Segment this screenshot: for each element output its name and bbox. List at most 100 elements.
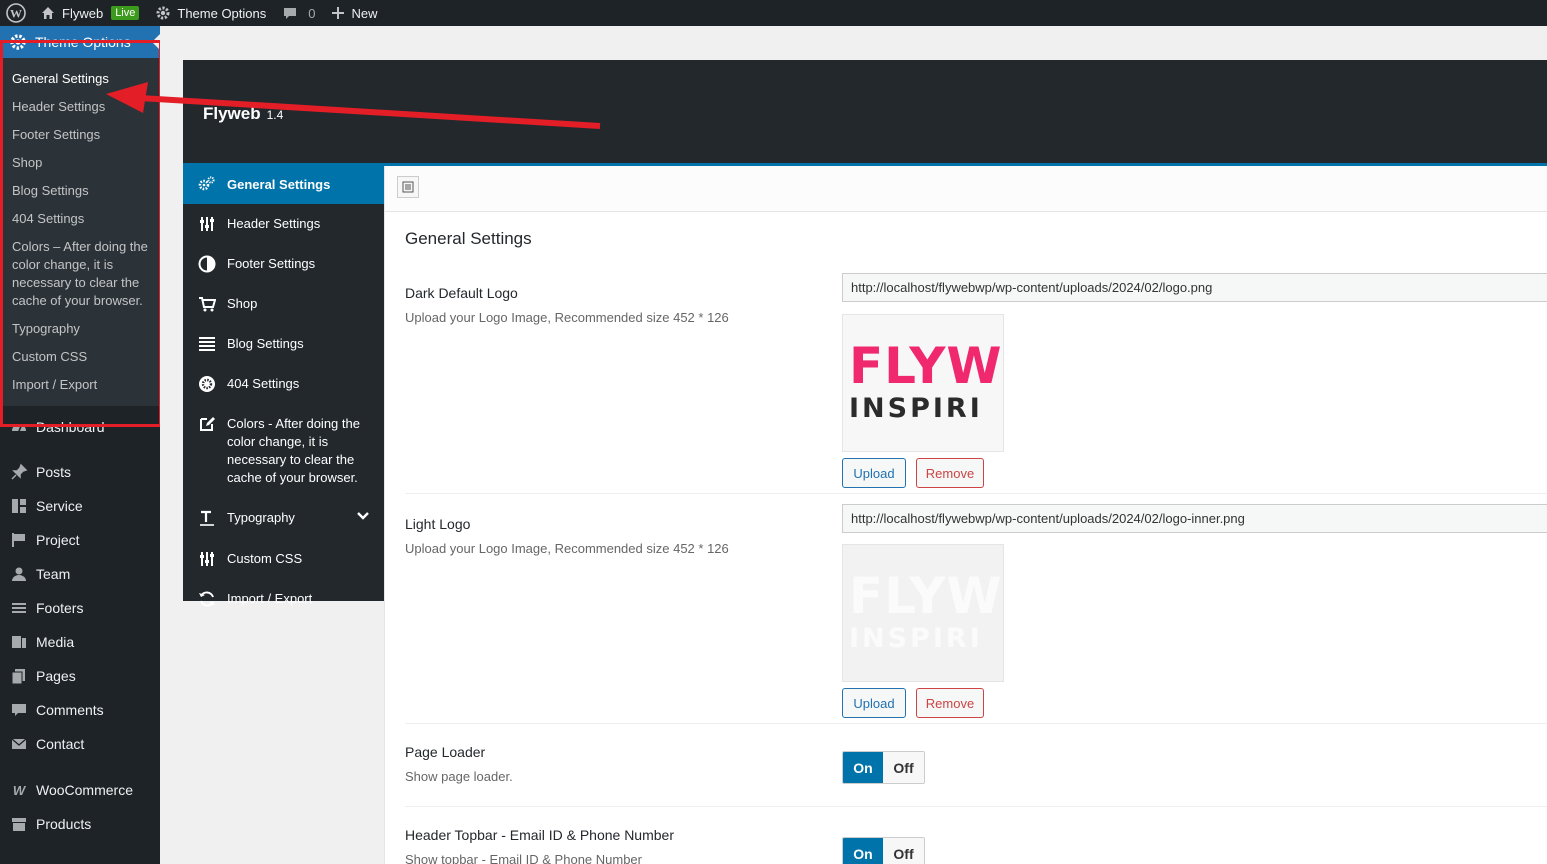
cogs-icon [197, 176, 217, 192]
submenu-custom-css[interactable]: Custom CSS [0, 343, 160, 371]
expand-options-button[interactable] [397, 176, 419, 198]
theme-options-label: Theme Options [177, 5, 267, 21]
menu-pages[interactable]: Pages [0, 659, 160, 693]
panel-version: 1.4 [266, 108, 284, 122]
menu-service[interactable]: Service [0, 489, 160, 523]
comments-link[interactable]: 0 [274, 0, 323, 26]
menu-media-label: Media [36, 634, 75, 650]
tab-shop[interactable]: Shop [183, 284, 384, 324]
menu-products-label: Products [36, 816, 92, 832]
menu-theme-options-label: Theme Options [35, 34, 131, 50]
menu-media[interactable]: Media [0, 625, 160, 659]
tab-import-export[interactable]: Import / Export [183, 579, 384, 619]
site-name: Flyweb [62, 5, 104, 21]
field-header-topbar: Header Topbar - Email ID & Phone Number … [405, 817, 1547, 864]
menu-woocommerce[interactable]: W WooCommerce [0, 773, 160, 807]
header-topbar-switch[interactable]: On Off [842, 837, 925, 864]
expand-icon [402, 181, 414, 193]
main-content: Flyweb 1.4 General Settings Header Settin… [160, 26, 1547, 864]
tab-footer-settings-label: Footer Settings [227, 256, 316, 271]
menu-products[interactable]: Products [0, 807, 160, 841]
admin-bar: W Flyweb Live Theme Options 0 New [0, 0, 1547, 26]
chevron-down-icon[interactable] [356, 509, 370, 528]
tab-colors[interactable]: Colors - After doing the color change, i… [183, 404, 384, 498]
submenu-footer-settings[interactable]: Footer Settings [0, 121, 160, 149]
light-logo-remove-button[interactable]: Remove [916, 688, 984, 718]
comment-icon [9, 701, 29, 719]
wordpress-logo-icon[interactable]: W [0, 0, 32, 26]
menu-project[interactable]: Project [0, 523, 160, 557]
light-logo-desc: Upload your Logo Image, Recommended size… [405, 541, 729, 556]
field-page-loader: Page Loader Show page loader. On Off [405, 734, 1547, 807]
tab-blog-settings[interactable]: Blog Settings [183, 324, 384, 364]
comment-icon [282, 5, 298, 21]
archive-icon [9, 815, 29, 833]
gear-circle-icon [197, 375, 217, 393]
theme-options-link[interactable]: Theme Options [147, 0, 274, 26]
dark-logo-remove-button[interactable]: Remove [916, 458, 984, 488]
menu-comments[interactable]: Comments [0, 693, 160, 727]
submenu-typography[interactable]: Typography [0, 315, 160, 343]
new-content-link[interactable]: New [323, 0, 385, 26]
logo-line-primary: FLYW [849, 567, 1003, 625]
tab-header-settings-label: Header Settings [227, 216, 321, 231]
header-topbar-off[interactable]: Off [883, 838, 924, 864]
woo-icon: W [9, 783, 29, 797]
tab-typography[interactable]: Typography [183, 498, 384, 539]
svg-text:W: W [13, 783, 27, 797]
menu-contact[interactable]: Contact [0, 727, 160, 761]
header-topbar-on[interactable]: On [843, 838, 883, 864]
light-logo-upload-button[interactable]: Upload [842, 688, 906, 718]
submenu-colors[interactable]: Colors – After doing the color change, i… [0, 233, 160, 315]
dark-logo-label: Dark Default Logo [405, 285, 518, 301]
dark-logo-url-input[interactable]: http://localhost/flywebwp/wp-content/upl… [842, 273, 1547, 302]
new-label: New [351, 5, 378, 21]
menu-project-label: Project [36, 532, 80, 548]
panel-title: Flyweb 1.4 [203, 104, 283, 124]
page-loader-switch[interactable]: On Off [842, 751, 925, 784]
menu-footers[interactable]: Footers [0, 591, 160, 625]
tab-custom-css[interactable]: Custom CSS [183, 539, 384, 579]
submenu-blog-settings[interactable]: Blog Settings [0, 177, 160, 205]
edit-icon [197, 415, 217, 433]
header-topbar-label: Header Topbar - Email ID & Phone Number [405, 827, 674, 843]
logo-line-secondary: INSPIRI [849, 623, 983, 654]
svg-text:W: W [10, 7, 22, 21]
header-topbar-desc: Show topbar - Email ID & Phone Number [405, 852, 642, 864]
options-toolbar [385, 166, 1547, 212]
tab-header-settings[interactable]: Header Settings [183, 204, 384, 244]
submenu-general-settings[interactable]: General Settings [0, 65, 160, 93]
panel-title-text: Flyweb [203, 104, 261, 123]
options-panel-header: Flyweb 1.4 [183, 60, 1547, 166]
tab-footer-settings[interactable]: Footer Settings [183, 244, 384, 284]
submenu-shop[interactable]: Shop [0, 149, 160, 177]
dark-logo-preview: FLYW INSPIRI [842, 314, 1004, 452]
page-loader-on[interactable]: On [843, 752, 883, 783]
refresh-icon [197, 590, 217, 608]
media-icon [9, 633, 29, 651]
menu-team[interactable]: Team [0, 557, 160, 591]
site-name-link[interactable]: Flyweb Live [32, 0, 147, 26]
grid-icon [9, 497, 29, 515]
logo-line-primary: FLYW [849, 337, 1003, 395]
dark-logo-upload-button[interactable]: Upload [842, 458, 906, 488]
tab-general-settings[interactable]: General Settings [183, 166, 384, 204]
sliders-icon [197, 550, 217, 568]
tab-404-settings[interactable]: 404 Settings [183, 364, 384, 404]
home-icon [40, 5, 56, 21]
light-logo-url-input[interactable]: http://localhost/flywebwp/wp-content/upl… [842, 504, 1547, 533]
submenu-404-settings[interactable]: 404 Settings [0, 205, 160, 233]
menu-dashboard[interactable]: Dashboard [0, 410, 160, 444]
menu-footers-label: Footers [36, 600, 84, 616]
menu-service-label: Service [36, 498, 83, 514]
list-icon [9, 599, 29, 617]
current-menu-arrow [152, 34, 160, 50]
submenu-import-export[interactable]: Import / Export [0, 371, 160, 399]
tab-typography-label: Typography [227, 510, 295, 525]
menu-posts[interactable]: Posts [0, 455, 160, 489]
page-loader-off[interactable]: Off [883, 752, 924, 783]
submenu-header-settings[interactable]: Header Settings [0, 93, 160, 121]
gear-icon [155, 5, 171, 21]
menu-posts-label: Posts [36, 464, 72, 480]
menu-theme-options[interactable]: Theme Options [0, 26, 160, 58]
